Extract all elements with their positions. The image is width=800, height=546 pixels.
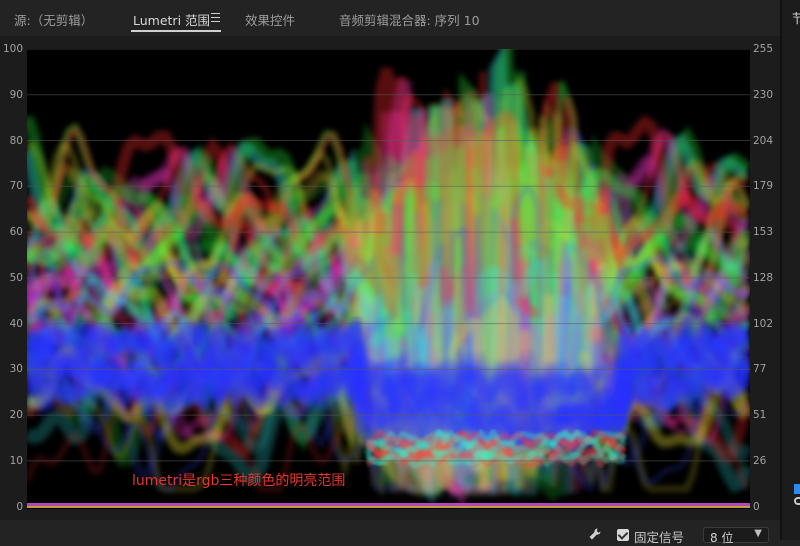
right-axis-tick: 128 xyxy=(753,271,774,284)
right-axis-tick: 0 xyxy=(753,500,760,513)
right-axis-tick: 204 xyxy=(753,134,774,147)
right-axis-tick: 26 xyxy=(753,454,767,467)
left-axis-tick: 10 xyxy=(9,454,23,467)
side-panel-tab[interactable]: 节 xyxy=(792,8,800,27)
right-axis-tick: 255 xyxy=(753,43,774,55)
rgb-waveform-display xyxy=(27,49,750,509)
right-axis-tick: 230 xyxy=(753,88,774,101)
fixed-signal-label: 固定信号 xyxy=(634,530,685,545)
right-axis-8bit: 255 230 204 179 153 128 102 77 51 26 0 xyxy=(753,0,780,540)
chevron-down-icon: ▼ xyxy=(754,528,762,539)
bit-depth-select[interactable]: 8 位 ▼ xyxy=(703,527,769,545)
left-axis-tick: 20 xyxy=(9,409,23,422)
tab-source[interactable]: 源:（无剪辑） xyxy=(14,10,93,29)
left-axis-tick: 30 xyxy=(9,363,23,376)
right-axis-tick: 153 xyxy=(753,226,774,239)
right-axis-tick: 77 xyxy=(753,363,767,376)
active-tab-indicator xyxy=(131,30,221,32)
panel-menu-icon[interactable] xyxy=(211,13,220,22)
wrench-icon[interactable] xyxy=(588,527,602,541)
left-axis-tick: 0 xyxy=(16,500,23,513)
right-axis-tick: 51 xyxy=(753,409,767,422)
left-axis-tick: 100 xyxy=(2,43,23,55)
left-axis-ire: 100 90 80 70 60 50 40 30 20 10 0 xyxy=(0,0,25,540)
right-axis-tick: 102 xyxy=(753,317,774,330)
tab-effect-controls[interactable]: 效果控件 xyxy=(245,10,295,29)
annotation-text: lumetri是rgb三种颜色的明亮范围 xyxy=(132,473,346,489)
left-axis-tick: 70 xyxy=(9,180,23,193)
playhead-marker-icon[interactable] xyxy=(794,484,800,494)
left-axis-tick: 60 xyxy=(9,226,23,239)
left-axis-tick: 50 xyxy=(9,271,23,284)
right-axis-tick: 179 xyxy=(753,180,774,193)
waveform-svg xyxy=(27,49,750,509)
tab-audio-clip-mixer[interactable]: 音频剪辑混合器: 序列 10 xyxy=(339,10,480,29)
left-axis-tick: 80 xyxy=(9,134,23,147)
left-axis-tick: 90 xyxy=(9,88,23,101)
left-axis-tick: 40 xyxy=(9,317,23,330)
fixed-signal-checkbox[interactable] xyxy=(617,529,629,541)
link-icon[interactable] xyxy=(794,497,800,505)
bit-depth-value: 8 位 xyxy=(710,531,734,545)
side-panel xyxy=(782,0,800,540)
panel-tab-bar: 源:（无剪辑） Lumetri 范围 效果控件 音频剪辑混合器: 序列 10 xyxy=(0,0,780,34)
tab-lumetri-scopes[interactable]: Lumetri 范围 xyxy=(133,10,210,29)
